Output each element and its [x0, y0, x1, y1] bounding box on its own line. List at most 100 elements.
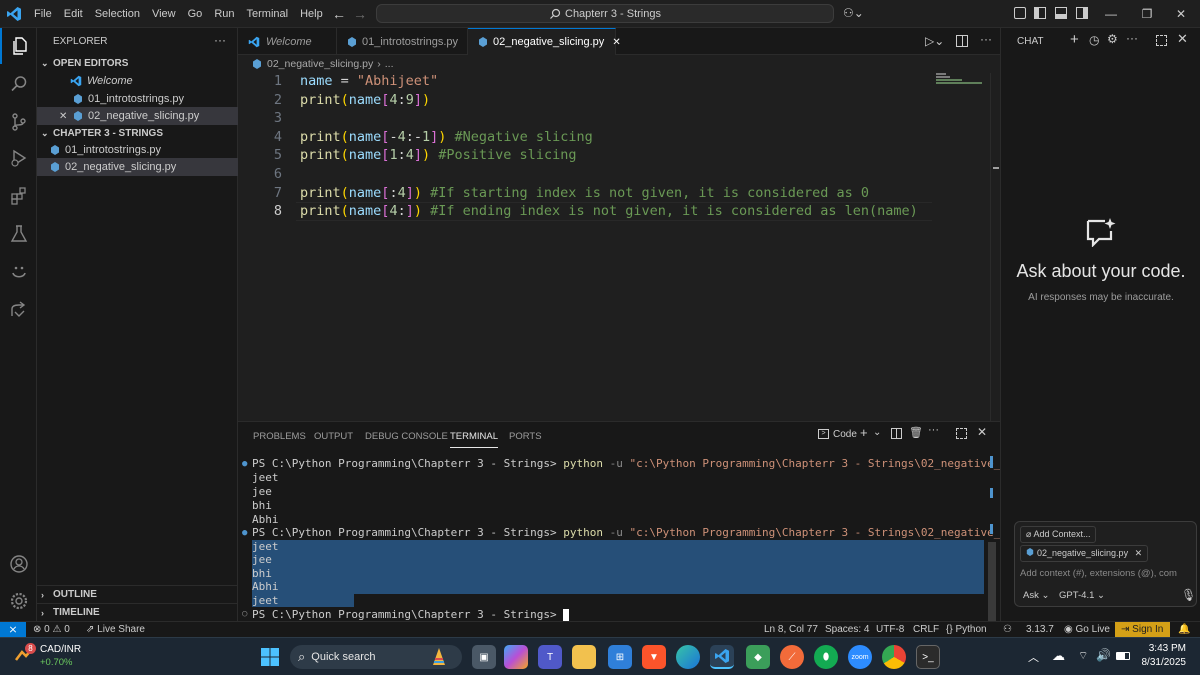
git-app-icon[interactable]: ◆ — [746, 645, 770, 669]
tab-introtostrings[interactable]: 01_introtostrings.py — [337, 28, 468, 55]
menu-view[interactable]: View — [146, 0, 182, 28]
sign-in-button[interactable]: ⇥ Sign In — [1115, 622, 1170, 638]
indentation[interactable]: Spaces: 4 — [825, 622, 869, 638]
maximize-panel-icon[interactable] — [956, 428, 967, 439]
go-live-button[interactable]: ◉ Go Live — [1064, 622, 1110, 638]
more-actions-icon[interactable]: ··· — [928, 424, 939, 436]
terminal-app-icon[interactable]: >_ — [916, 645, 940, 669]
back-arrow-icon[interactable]: ← — [332, 6, 346, 22]
notifications-bell-icon[interactable]: 🔔 — [1178, 622, 1190, 638]
vscode-taskbar-icon[interactable] — [710, 645, 734, 669]
microsoft-store-icon[interactable]: ⊞ — [608, 645, 632, 669]
chat-input[interactable]: Add context (#), extensions (@), com — [1020, 568, 1192, 579]
tab-welcome[interactable]: Welcome — [238, 28, 337, 55]
search-icon[interactable] — [0, 66, 37, 102]
settings-gear-icon[interactable]: ⚙ — [1107, 32, 1118, 46]
panel-tab-problems[interactable]: PROBLEMS — [253, 426, 306, 448]
menu-run[interactable]: Run — [208, 0, 240, 28]
cursor-position[interactable]: Ln 8, Col 77 — [764, 622, 818, 638]
menu-terminal[interactable]: Terminal — [241, 0, 295, 28]
battery-icon[interactable] — [1116, 652, 1130, 660]
terminal-shell-selector[interactable]: > Code — [818, 426, 857, 442]
panel-tab-debug-console[interactable]: DEBUG CONSOLE — [365, 426, 448, 448]
panel-tab-ports[interactable]: PORTS — [509, 426, 542, 448]
mongodb-compass-icon[interactable]: ⬮ — [814, 645, 838, 669]
close-editor-icon[interactable]: ✕ — [59, 111, 73, 122]
breadcrumb-symbol[interactable]: ... — [385, 58, 394, 70]
trash-icon[interactable]: 🗑 — [909, 426, 923, 439]
show-hidden-icons-chevron-icon[interactable]: ︿ — [1028, 649, 1039, 665]
live-share-button[interactable]: ⇗ Live Share — [86, 622, 145, 638]
language-mode[interactable]: {} Python — [946, 622, 987, 638]
menu-go[interactable]: Go — [182, 0, 209, 28]
copilot-smile-icon[interactable] — [0, 254, 37, 290]
postman-icon[interactable]: ⟋ — [780, 645, 804, 669]
close-tab-icon[interactable]: ✕ — [612, 37, 620, 48]
problems-indicator[interactable]: ⊗ 0 ⚠ 0 — [33, 622, 70, 638]
tab-negative-slicing[interactable]: 02_negative_slicing.py ✕ — [468, 28, 621, 55]
clock-time[interactable]: 3:43 PM — [1140, 643, 1186, 654]
remote-indicator-icon[interactable]: ⨯ — [0, 622, 26, 638]
terminal[interactable]: ● PS C:\Python Programming\Chapterr 3 - … — [238, 456, 1073, 622]
layout-customize-icon[interactable] — [1014, 7, 1026, 19]
windows-start-icon[interactable] — [258, 645, 282, 669]
account-icon[interactable] — [0, 546, 37, 582]
close-panel-icon[interactable]: ✕ — [977, 425, 987, 439]
outline-header[interactable]: › OUTLINE — [37, 585, 238, 603]
teams-icon[interactable]: T — [538, 645, 562, 669]
panel-tab-terminal[interactable]: TERMINAL — [450, 426, 499, 448]
menu-file[interactable]: File — [28, 0, 58, 28]
edge-browser-icon[interactable] — [676, 645, 700, 669]
panel-tab-output[interactable]: OUTPUT — [314, 426, 353, 448]
chrome-icon[interactable] — [882, 645, 906, 669]
minimap[interactable] — [936, 73, 986, 87]
file-explorer-icon[interactable] — [572, 645, 596, 669]
timeline-header[interactable]: › TIMELINE — [37, 603, 238, 621]
python-version[interactable]: 3.13.7 — [1026, 622, 1054, 638]
remove-context-icon[interactable]: ✕ — [1135, 548, 1143, 558]
editor-scrollbar[interactable] — [990, 73, 1000, 421]
new-terminal-plus-icon[interactable]: + — [860, 425, 868, 440]
open-editor-negative-slicing[interactable]: ✕ 02_negative_slicing.py — [37, 107, 238, 125]
run-debug-icon[interactable] — [0, 140, 37, 176]
file-introtostrings[interactable]: 01_introtostrings.py — [37, 141, 238, 159]
open-editor-introtostrings[interactable]: 01_introtostrings.py — [37, 90, 238, 108]
open-editors-header[interactable]: ⌄ OPEN EDITORS — [37, 54, 238, 72]
maximize-chat-icon[interactable] — [1156, 35, 1167, 46]
copilot-app-icon[interactable] — [504, 645, 528, 669]
close-window-icon[interactable]: ✕ — [1158, 0, 1200, 28]
extensions-icon[interactable] — [0, 178, 37, 214]
open-editor-welcome[interactable]: Welcome — [37, 72, 238, 90]
clock-date[interactable]: 8/31/2025 — [1130, 657, 1187, 668]
split-editor-icon[interactable] — [956, 35, 968, 47]
testing-flask-icon[interactable] — [0, 216, 37, 252]
history-icon[interactable]: ◷ — [1089, 33, 1099, 47]
attached-file-chip[interactable]: 02_negative_slicing.py ✕ — [1020, 545, 1149, 562]
live-share-icon[interactable] — [0, 292, 37, 328]
toggle-sidebar-icon[interactable] — [1034, 7, 1046, 19]
more-actions-icon[interactable]: ··· — [980, 32, 992, 46]
forward-arrow-icon[interactable]: → — [353, 6, 367, 22]
command-center-search[interactable]: Chapterr 3 - Strings — [376, 4, 834, 23]
toggle-secondary-sidebar-icon[interactable] — [1076, 7, 1088, 19]
folder-header[interactable]: ⌄ CHAPTER 3 - STRINGS — [37, 124, 238, 142]
stock-widget-icon[interactable]: 8 — [14, 643, 36, 666]
wifi-icon[interactable]: ⌔ — [1078, 649, 1088, 663]
menu-edit[interactable]: Edit — [58, 0, 89, 28]
task-view-icon[interactable]: ▣ — [472, 645, 496, 669]
chevron-down-icon[interactable]: ⌄ — [873, 427, 881, 438]
onedrive-cloud-icon[interactable]: ☁ — [1052, 648, 1065, 664]
microphone-icon[interactable]: 🎙 — [1181, 588, 1196, 602]
mode-picker[interactable]: Ask ⌄ — [1023, 590, 1049, 601]
more-actions-icon[interactable]: ··· — [214, 33, 226, 47]
add-context-button[interactable]: ⌀ Add Context... — [1020, 526, 1097, 543]
volume-icon[interactable]: 🔊 — [1096, 648, 1111, 662]
breadcrumb-file[interactable]: 02_negative_slicing.py — [267, 58, 373, 70]
zoom-icon[interactable]: zoom — [848, 645, 872, 669]
code-editor[interactable]: 1 2 3 4 5 6 7 8 name = "Abhijeet" print(… — [238, 73, 1000, 421]
stock-name[interactable]: CAD/INR — [40, 644, 81, 655]
run-file-icon[interactable]: ▷⌄ — [925, 34, 944, 48]
explorer-icon[interactable] — [0, 28, 37, 64]
more-actions-icon[interactable]: ··· — [1126, 31, 1138, 45]
line-endings[interactable]: CRLF — [913, 622, 939, 638]
